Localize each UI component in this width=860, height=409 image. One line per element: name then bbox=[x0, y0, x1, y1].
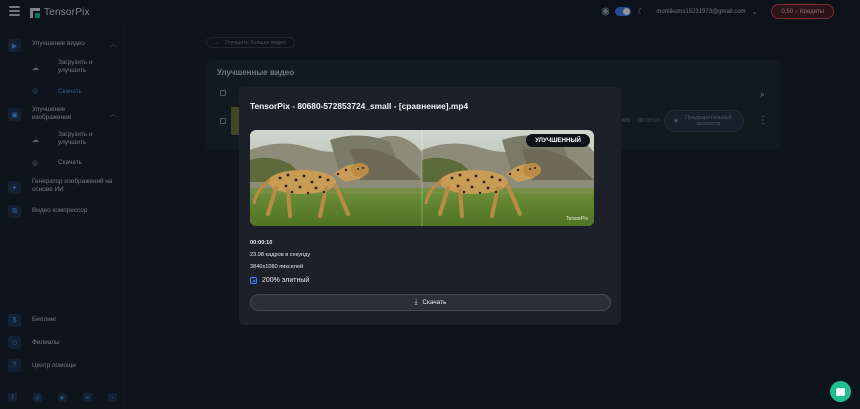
chat-icon bbox=[836, 387, 845, 396]
modal-title: TensorPix - 80680-572853724_small - [сра… bbox=[250, 101, 469, 111]
chat-support-button[interactable] bbox=[830, 381, 851, 402]
video-resolution: 3840x1080 пикселей bbox=[250, 264, 304, 270]
comparison-video[interactable]: УЛУЧШЕННЫЙ TensorPix bbox=[250, 130, 594, 226]
elite-checkbox[interactable] bbox=[250, 277, 257, 284]
elite-option: 200% элитный bbox=[250, 277, 309, 284]
elite-label: 200% элитный bbox=[262, 277, 310, 284]
download-icon: ⤓ bbox=[414, 298, 418, 306]
video-details-modal: TensorPix - 80680-572853724_small - [сра… bbox=[239, 87, 621, 325]
enhanced-badge: УЛУЧШЕННЫЙ bbox=[526, 134, 590, 147]
video-fps: 23.98 кадров в секунду bbox=[250, 252, 311, 258]
video-duration: 00:00:10 bbox=[250, 240, 273, 246]
download-button[interactable]: ⤓ Скачать bbox=[250, 294, 611, 311]
watermark-logo: TensorPix bbox=[566, 216, 588, 222]
download-label: Скачать bbox=[422, 299, 447, 306]
